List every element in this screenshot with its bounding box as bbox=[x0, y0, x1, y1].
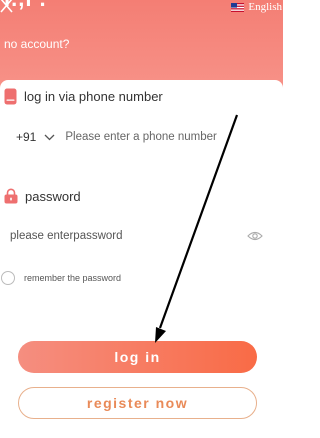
password-row bbox=[0, 218, 283, 254]
login-button[interactable]: log in bbox=[18, 341, 257, 373]
language-switch[interactable]: English bbox=[231, 0, 282, 14]
register-button[interactable]: register now bbox=[18, 387, 257, 419]
password-section-label: password bbox=[25, 188, 81, 204]
phone-input[interactable] bbox=[65, 131, 266, 143]
phone-section-label: log in via phone number bbox=[24, 89, 163, 104]
phone-number-row: +91 bbox=[0, 118, 283, 156]
eye-icon[interactable] bbox=[247, 230, 263, 242]
chevron-down-icon[interactable] bbox=[44, 134, 55, 141]
phone-icon bbox=[4, 88, 17, 105]
country-code[interactable]: +91 bbox=[16, 130, 36, 144]
page-title: ı.,ı . bbox=[4, 0, 114, 12]
password-input[interactable] bbox=[10, 230, 238, 242]
lock-icon bbox=[4, 188, 18, 204]
us-flag-icon bbox=[231, 2, 245, 12]
phone-section-header: log in via phone number bbox=[4, 88, 163, 105]
remember-checkbox[interactable] bbox=[1, 271, 15, 285]
remember-label: remember the password bbox=[24, 273, 122, 283]
password-section-header: password bbox=[4, 188, 81, 204]
remember-row[interactable]: remember the password bbox=[0, 270, 121, 286]
language-label: English bbox=[248, 1, 282, 13]
no-account-link[interactable]: no account? bbox=[4, 37, 69, 51]
